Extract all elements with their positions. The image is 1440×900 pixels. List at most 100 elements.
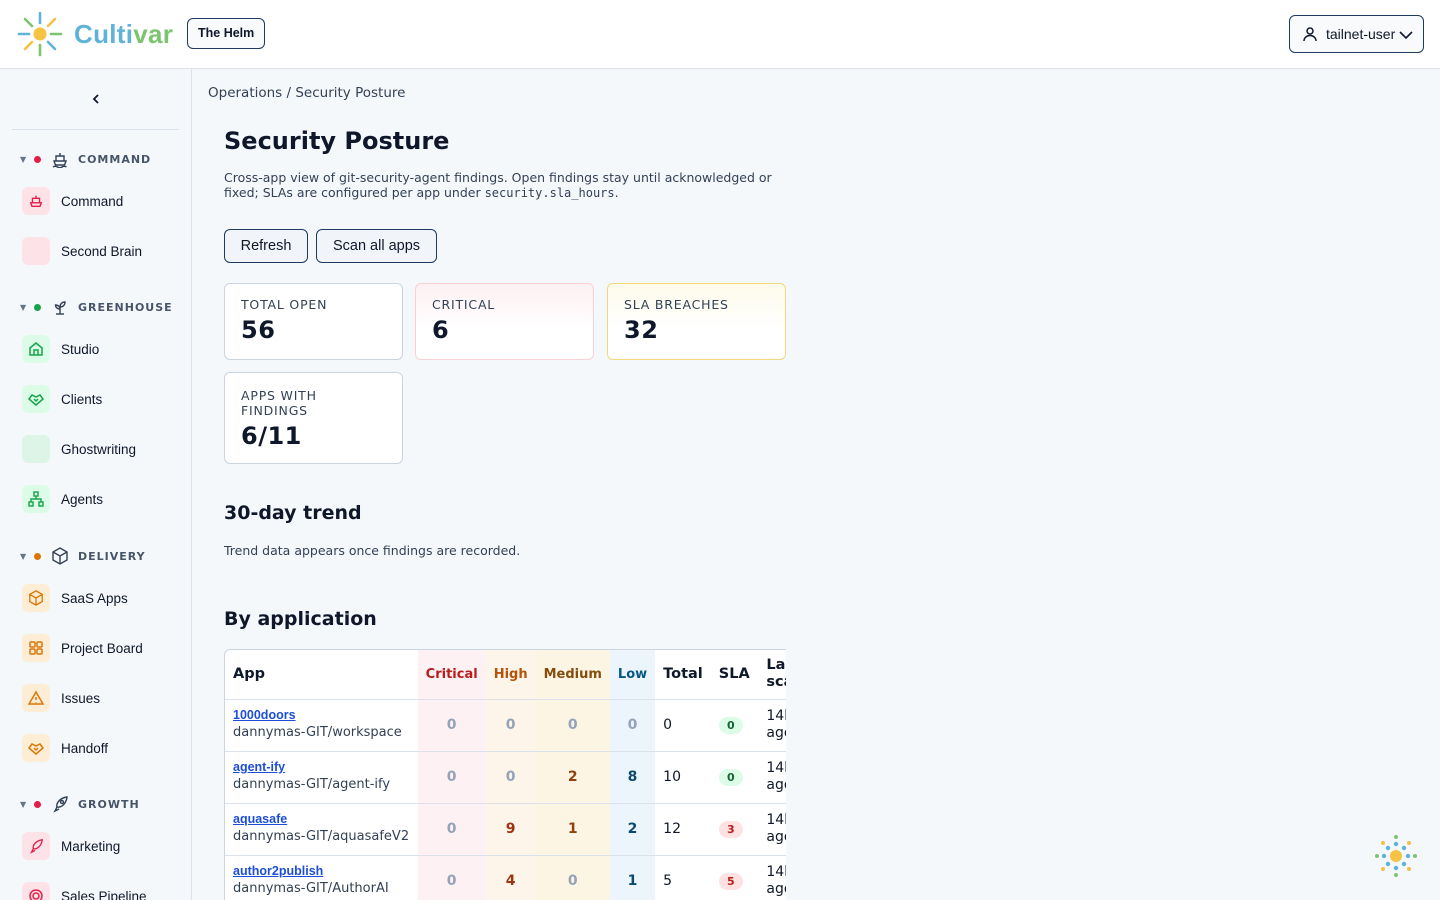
rocket-icon [53,796,68,813]
high-count: 0 [485,699,536,752]
sidebar-item-marketing[interactable]: Marketing [22,831,120,861]
sidebar-item-saas-apps[interactable]: SaaS Apps [22,583,128,613]
brand-name[interactable]: Cultivar [74,19,173,50]
handshake-icon [22,385,50,413]
scan-all-apps-button[interactable]: Scan all apps [316,229,437,263]
group-header-growth[interactable]: ▼ GROWTH [20,794,140,814]
stat-value: 56 [241,316,276,344]
high-count: 0 [485,751,536,804]
critical-count: 0 [417,751,486,804]
assistant-sun-icon[interactable] [1374,834,1418,878]
col-total[interactable]: Total [655,650,711,700]
sidebar-divider [12,129,179,130]
group-header-delivery[interactable]: ▼ DELIVERY [20,546,146,566]
stat-label: CRITICAL [432,297,496,312]
stat-value: 6 [432,316,450,344]
app-link[interactable]: agent-ify [233,759,410,775]
medium-count: 0 [535,699,610,752]
sidebar-item-label: Clients [61,391,103,407]
col-last-scan[interactable]: Last scan [758,650,786,700]
total-count: 0 [655,699,711,752]
table-row: 1000doors dannymas-GIT/workspace 0 0 0 0 … [225,699,786,752]
stat-card-critical: CRITICAL 6 [415,283,594,360]
col-low[interactable]: Low [609,650,656,700]
medium-count: 1 [535,803,610,856]
ship-icon [52,153,68,168]
sidebar-item-label: Command [61,193,124,209]
app-link[interactable]: 1000doors [233,707,410,723]
handshake-icon [22,734,50,762]
medium-count: 2 [535,751,610,804]
col-high[interactable]: High [485,650,536,700]
critical-count: 0 [417,803,486,856]
last-scan: 14h ago [758,751,786,804]
repo-name: dannymas-GIT/agent-ify [233,777,391,792]
sun-logo-icon[interactable] [16,10,64,58]
last-scan: 14h ago [758,699,786,752]
workspace-badge[interactable]: The Helm [187,18,266,49]
trend-heading: 30-day trend [224,502,362,524]
user-label: tailnet-user [1326,26,1396,42]
stat-label: TOTAL OPEN [241,297,328,312]
sidebar-item-clients[interactable]: Clients [22,384,102,414]
refresh-button[interactable]: Refresh [224,229,308,263]
stat-label: APPS WITH FINDINGS [241,388,317,418]
col-app[interactable]: App [225,650,418,700]
sidebar-item-ghostwriting[interactable]: Ghostwriting [22,434,136,464]
group-label: DELIVERY [78,549,146,563]
ship-icon [22,187,50,215]
caret-down-icon: ▼ [20,154,28,164]
by-application-heading: By application [224,608,377,630]
sidebar-item-label: Project Board [61,640,143,656]
sidebar-item-command[interactable]: Command [22,186,123,216]
repo-name: dannymas-GIT/workspace [233,725,402,740]
sidebar-item-handoff[interactable]: Handoff [22,733,108,763]
stat-card-apps-with-findings: APPS WITH FINDINGS 6/11 [224,372,403,464]
col-sla[interactable]: SLA [710,650,759,700]
app-link[interactable]: author2publish [233,863,410,879]
sidebar-item-label: Marketing [61,838,121,854]
sidebar-item-studio[interactable]: Studio [22,334,99,364]
col-medium[interactable]: Medium [535,650,610,700]
home-icon [22,335,50,363]
high-count: 4 [485,855,536,900]
total-count: 5 [655,855,711,900]
chevron-left-icon [92,94,99,104]
sidebar-item-agents[interactable]: Agents [22,484,103,514]
table-header-row: App Critical High Medium Low Total SLA L… [225,650,786,700]
caret-down-icon: ▼ [20,799,28,809]
caret-down-icon: ▼ [20,302,28,312]
findings-table[interactable]: App Critical High Medium Low Total SLA L… [224,649,786,900]
table-row: aquasafe dannymas-GIT/aquasafeV2 0 9 1 2 … [225,803,786,856]
sidebar-item-second-brain[interactable]: Second Brain [22,236,142,266]
top-bar: Cultivar The Helm tailnet-user [0,0,1440,69]
sla-cell: 0 [710,751,759,804]
sidebar-item-issues[interactable]: Issues [22,683,100,713]
group-header-greenhouse[interactable]: ▼ GREENHOUSE [20,297,173,317]
rocket-icon [22,832,50,860]
sidebar-item-project-board[interactable]: Project Board [22,633,143,663]
sidebar-item-sales-pipeline[interactable]: Sales Pipeline [22,881,147,900]
critical-count: 0 [417,855,486,900]
sla-badge: 0 [718,768,743,786]
last-scan: 14h ago [758,855,786,900]
grid-icon [22,634,50,662]
target-icon [22,882,50,900]
total-count: 12 [655,803,711,856]
sla-cell: 3 [710,803,759,856]
app-link[interactable]: aquasafe [233,811,410,827]
group-label: GROWTH [78,797,140,811]
chevron-down-icon [1399,31,1413,40]
description-end: . [614,185,619,200]
collapse-sidebar-button[interactable] [86,89,106,109]
user-menu-button[interactable]: tailnet-user [1289,15,1424,53]
sidebar-item-label: Second Brain [61,243,143,259]
col-critical[interactable]: Critical [417,650,486,700]
status-dot [34,155,41,163]
package-icon [52,547,68,565]
group-header-command[interactable]: ▼ COMMAND [20,149,151,169]
low-count: 1 [609,855,656,900]
status-dot [34,800,41,808]
critical-count: 0 [417,699,486,752]
sla-config-key: security.sla_hours [484,186,615,200]
